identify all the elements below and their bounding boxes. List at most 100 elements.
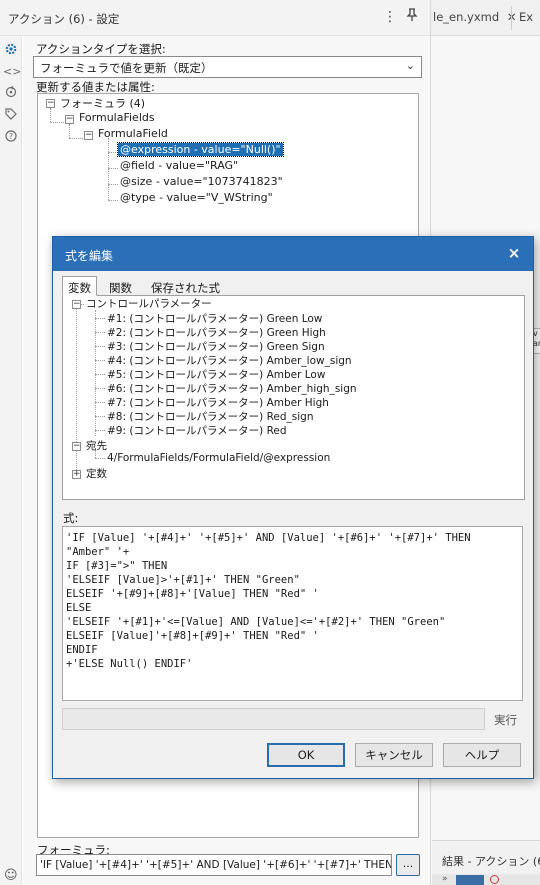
code-line: ENDIF xyxy=(66,644,98,656)
tree-connector xyxy=(69,138,83,139)
code-line: IF [#3]=">" THEN xyxy=(66,560,168,572)
tree-node-formulafields[interactable]: FormulaFields xyxy=(79,111,155,124)
tree-node-param-2[interactable]: #2: (コントロールパラメーター) Green High xyxy=(107,325,326,340)
tree-node-param-5[interactable]: #5: (コントロールパラメーター) Amber Low xyxy=(107,367,325,382)
tree-connector xyxy=(95,318,105,319)
tree-connector xyxy=(95,310,96,436)
side-icon-strip: <> ? xyxy=(0,36,22,885)
error-icon xyxy=(490,875,499,884)
expand-icon[interactable]: » xyxy=(442,874,448,884)
tree-node-size-attr[interactable]: @size - value="1073741823" xyxy=(120,175,283,188)
edit-expression-dialog: 式を編集 × 変数 関数 保存された式 − コントロールパラメーター #1: (… xyxy=(52,236,534,779)
pin-icon[interactable] xyxy=(403,8,421,26)
tree-connector xyxy=(95,416,105,417)
gear-icon[interactable] xyxy=(3,42,19,58)
tree-connector xyxy=(69,124,70,138)
tree-connector xyxy=(95,388,105,389)
ok-button[interactable]: OK xyxy=(267,743,345,767)
code-line: ELSEIF '+[#9]+[#8]+'[Value] THEN "Red" ' xyxy=(66,588,319,600)
svg-text:?: ? xyxy=(9,132,13,141)
tree-node-destination-path[interactable]: 4/FormulaFields/FormulaField/@expression xyxy=(107,452,330,464)
tree-node-param-6[interactable]: #6: (コントロールパラメーター) Amber_high_sign xyxy=(107,381,357,396)
tree-node-param-4[interactable]: #4: (コントロールパラメーター) Amber_low_sign xyxy=(107,353,352,368)
document-tabs: le_en.yxmd ✕ Ex xyxy=(431,0,540,36)
action-type-value: フォーミュラで値を更新（既定） xyxy=(40,61,213,75)
tree-connector xyxy=(108,168,118,169)
collapse-icon[interactable]: − xyxy=(72,300,81,309)
collapse-icon[interactable]: − xyxy=(84,131,93,140)
tree-connector xyxy=(108,138,109,200)
tree-connector xyxy=(95,458,105,459)
code-line: 'ELSEIF [Value]>'+[#1]+' THEN "Green" xyxy=(66,574,300,586)
tree-node-field-attr[interactable]: @field - value="RAG" xyxy=(120,159,238,172)
tree-connector xyxy=(95,374,105,375)
help-icon[interactable]: ? xyxy=(3,130,19,146)
tree-node-param-1[interactable]: #1: (コントロールパラメーター) Green Low xyxy=(107,311,322,326)
tree-node-expression-attr[interactable]: @expression - value="Null()" xyxy=(117,142,284,157)
collapse-icon[interactable]: − xyxy=(72,442,81,451)
tree-node-param-3[interactable]: #3: (コントロールパラメーター) Green Sign xyxy=(107,339,325,354)
results-title: 結果 - アクション (6) xyxy=(442,855,540,868)
formula-field[interactable]: 'IF [Value] '+[#4]+' '+[#5]+' AND [Value… xyxy=(36,854,392,876)
tree-node-param-9[interactable]: #9: (コントロールパラメーター) Red xyxy=(107,423,287,438)
variables-panel: − コントロールパラメーター #1: (コントロールパラメーター) Green … xyxy=(62,295,525,500)
code-line: 'ELSEIF '+[#1]+'<=[Value] AND [Value]<='… xyxy=(66,616,446,628)
tree-node-param-7[interactable]: #7: (コントロールパラメーター) Amber High xyxy=(107,395,329,410)
dialog-title-bar[interactable]: 式を編集 × xyxy=(53,237,533,271)
code-line: +'ELSE Null() ENDIF' xyxy=(66,658,193,670)
panel-title-bar: アクション (6) - 設定 ⋮ xyxy=(0,0,430,36)
collapse-icon[interactable]: − xyxy=(65,115,74,124)
results-toolbar: » xyxy=(432,874,540,885)
panel-title: アクション (6) - 設定 xyxy=(8,12,120,26)
expand-icon[interactable]: + xyxy=(72,470,81,479)
tree-node-type-attr[interactable]: @type - value="V_WString" xyxy=(120,191,273,204)
expression-label: 式: xyxy=(63,511,79,525)
cancel-button[interactable]: キャンセル xyxy=(355,743,433,767)
rotate-icon[interactable] xyxy=(3,86,19,102)
tree-node-destination[interactable]: 宛先 xyxy=(86,438,107,453)
doc-tab-example[interactable]: Ex xyxy=(519,10,533,24)
collapse-icon[interactable]: − xyxy=(46,99,55,108)
run-result-field[interactable] xyxy=(62,708,485,730)
more-options-icon[interactable]: ⋮ xyxy=(381,8,399,26)
code-line: ELSEIF [Value]'+[#8]+[#9]+' THEN "Red" ' xyxy=(66,630,319,642)
expression-editor[interactable]: 'IF [Value] '+[#4]+' '+[#5]+' AND [Value… xyxy=(62,526,523,701)
dialog-title: 式を編集 xyxy=(65,249,114,263)
tree-connector xyxy=(50,122,64,123)
action-type-label: アクションタイプを選択: xyxy=(36,42,166,56)
variables-tree[interactable]: − コントロールパラメーター #1: (コントロールパラメーター) Green … xyxy=(63,296,526,501)
tree-node-formulafield[interactable]: FormulaField xyxy=(98,127,168,140)
tab-functions[interactable]: 関数 xyxy=(103,276,138,296)
edit-formula-button[interactable]: ... xyxy=(396,854,420,876)
tree-node-formula[interactable]: フォーミュラ (4) xyxy=(60,95,145,111)
action-type-select[interactable]: フォーミュラで値を更新（既定） ⌄ xyxy=(33,56,422,78)
run-button[interactable]: 実行 xyxy=(494,712,517,728)
code-line: 'IF [Value] '+[#4]+' '+[#5]+' AND [Value… xyxy=(66,532,471,544)
code-line: "Amber" '+ xyxy=(66,546,130,558)
tree-connector xyxy=(108,152,118,153)
tree-connector xyxy=(108,184,118,185)
doc-tab-workflow[interactable]: le_en.yxmd ✕ xyxy=(433,10,516,24)
doc-tab-label: le_en.yxmd xyxy=(433,10,500,24)
tag-icon[interactable] xyxy=(3,108,19,124)
tree-connector xyxy=(50,108,51,122)
tree-connector xyxy=(95,346,105,347)
tab-saved-expressions[interactable]: 保存された式 xyxy=(145,276,226,296)
tree-connector xyxy=(95,402,105,403)
tree-connector xyxy=(95,360,105,361)
code-line: ELSE xyxy=(66,602,92,614)
results-view-button[interactable] xyxy=(456,875,484,885)
tree-node-constants[interactable]: 定数 xyxy=(86,466,107,481)
tree-connector xyxy=(95,430,105,431)
help-button[interactable]: ヘルプ xyxy=(443,743,521,767)
tree-connector xyxy=(108,200,118,201)
tree-connector xyxy=(95,332,105,333)
results-panel-header: 結果 - アクション (6) xyxy=(432,840,540,874)
tab-divider xyxy=(511,6,512,30)
tree-node-param-8[interactable]: #8: (コントロールパラメーター) Red_sign xyxy=(107,409,313,424)
code-icon[interactable]: <> xyxy=(3,64,21,80)
close-icon[interactable]: × xyxy=(505,244,523,262)
feedback-icon[interactable]: ☺ xyxy=(4,868,18,883)
tree-node-control-parameters[interactable]: コントロールパラメーター xyxy=(86,296,212,311)
tab-variables[interactable]: 変数 xyxy=(62,276,97,296)
